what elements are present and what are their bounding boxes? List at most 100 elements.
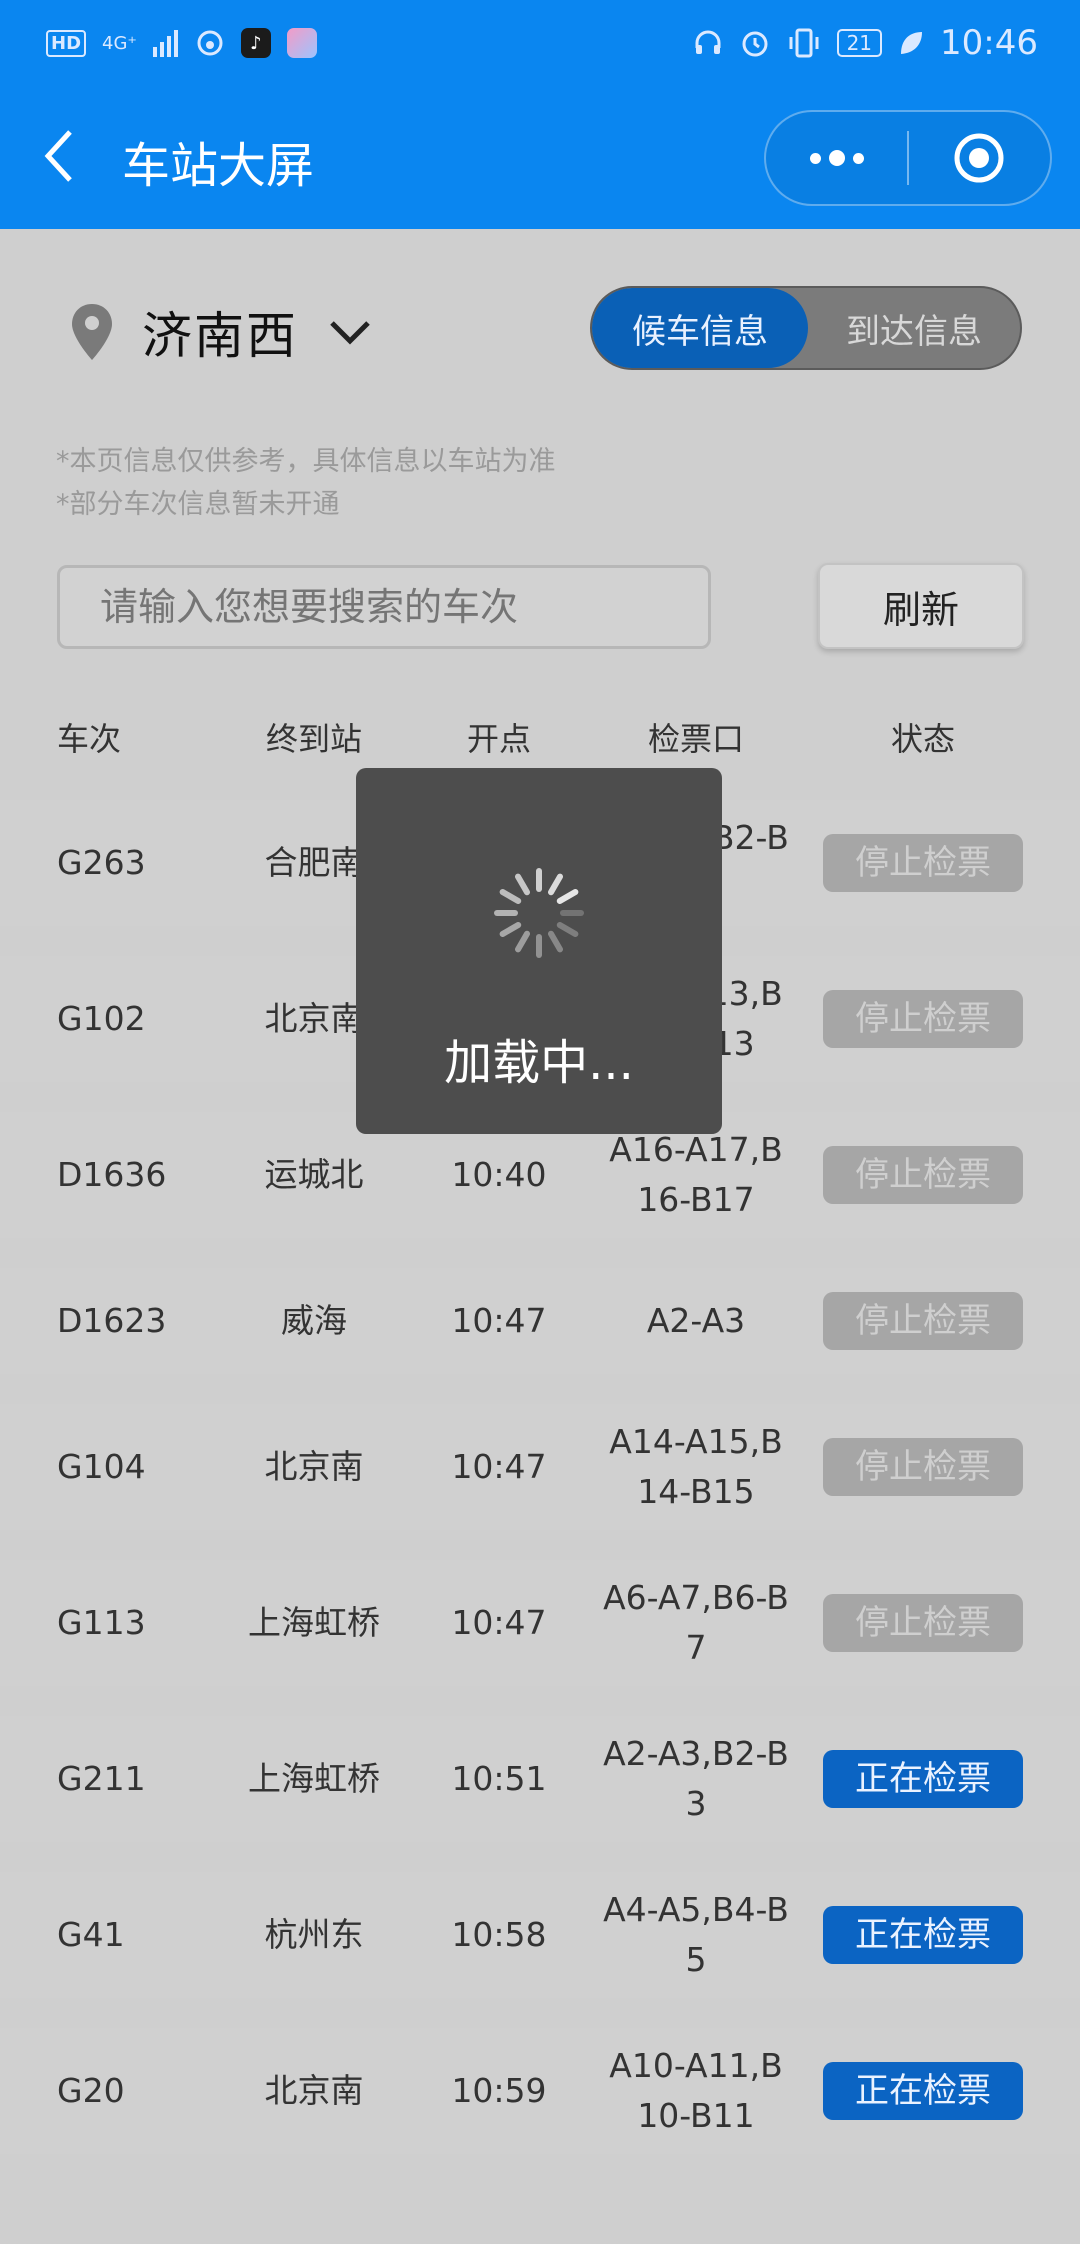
status-badge[interactable]: 停止检票 [823, 1292, 1023, 1350]
destination: 运城北 [264, 1155, 364, 1194]
departure-time: 10:51 [451, 1759, 547, 1798]
status-bar: HD 4G⁺ ♪ 21 10:46 [0, 0, 1080, 86]
spinner-tick [515, 873, 530, 896]
app-icon [286, 28, 317, 58]
spinner-tick [499, 922, 522, 937]
train-number: G113 [57, 1603, 146, 1642]
spinner-tick [499, 889, 522, 904]
signal-icon: 4G⁺ [102, 32, 137, 54]
status-badge[interactable]: 正在检票 [823, 1750, 1023, 1808]
status-badge[interactable]: 停止检票 [823, 1438, 1023, 1496]
gate-line: 7 [685, 1628, 707, 1667]
train-number: G211 [57, 1759, 146, 1798]
departure-time: 10:47 [451, 1301, 547, 1340]
gate-line: A14-A15,B [609, 1422, 783, 1461]
status-badge[interactable]: 停止检票 [823, 834, 1023, 892]
gate-line: A2-A3,B2-B [603, 1734, 789, 1773]
status-left: HD 4G⁺ ♪ [46, 28, 317, 58]
status-right: 21 10:46 [693, 23, 1038, 63]
loading-toast: 加载中... [356, 768, 722, 1134]
headset-icon [695, 30, 721, 54]
back-arrow-icon[interactable] [40, 126, 80, 186]
chevron-down-icon [330, 321, 370, 345]
note-line: *本页信息仅供参考，具体信息以车站为准 [56, 446, 556, 477]
status-cell: 正在检票 [823, 2062, 1023, 2120]
destination: 杭州东 [264, 1915, 364, 1954]
disclaimer-notes: *本页信息仅供参考，具体信息以车站为准 *部分车次信息暂未开通 [56, 440, 556, 526]
train-number: G41 [57, 1915, 125, 1954]
gate-line: A10-A11,B [609, 2046, 783, 2085]
status-cell: 停止检票 [823, 1146, 1023, 1204]
status-badge[interactable]: 停止检票 [823, 1146, 1023, 1204]
signal-bars-icon [152, 30, 178, 57]
status-cell: 停止检票 [823, 834, 1023, 892]
train-number: G104 [57, 1447, 146, 1486]
destination: 北京南 [264, 1447, 364, 1486]
mini-program-capsule [764, 110, 1052, 206]
departure-time: 10:47 [451, 1447, 547, 1486]
destination: 上海虹桥 [248, 1603, 380, 1642]
close-program-button[interactable] [909, 112, 1050, 204]
gate: A16-A17,B 16-B17 [596, 1125, 796, 1225]
train-number: G20 [57, 2071, 125, 2110]
train-search-input[interactable] [57, 565, 711, 649]
header-destination: 终到站 [265, 720, 362, 758]
status-cell: 停止检票 [823, 1292, 1023, 1350]
note-line: *部分车次信息暂未开通 [56, 489, 340, 520]
spinner-tick [556, 922, 579, 937]
train-number: D1623 [57, 1301, 167, 1340]
location-pin-icon [72, 304, 112, 360]
station-selector[interactable]: 济南西 [70, 296, 372, 368]
target-icon [954, 133, 1004, 183]
gate: A4-A5,B4-B 5 [596, 1885, 796, 1985]
tab-arrival-info[interactable]: 到达信息 [808, 288, 1020, 368]
clock: 10:46 [940, 23, 1038, 63]
leaf-icon [901, 32, 923, 54]
tab-waiting-info[interactable]: 候车信息 [592, 288, 808, 368]
status-badge[interactable]: 停止检票 [823, 990, 1023, 1048]
gate-line: 10-B11 [637, 2096, 755, 2135]
table-row: G113 上海虹桥 10:47 A6-A7,B6-B 7 停止检票 [0, 1560, 1080, 1686]
table-row: G211 上海虹桥 10:51 A2-A3,B2-B 3 正在检票 [0, 1716, 1080, 1842]
table-row: G104 北京南 10:47 A14-A15,B 14-B15 停止检票 [0, 1404, 1080, 1530]
spinner-tick [556, 889, 579, 904]
battery-icon: 21 [836, 29, 883, 57]
status-badge[interactable]: 停止检票 [823, 1594, 1023, 1652]
gate: A10-A11,B 10-B11 [596, 2041, 796, 2141]
status-cell: 停止检票 [823, 1594, 1023, 1652]
destination: 上海虹桥 [248, 1759, 380, 1798]
status-badge[interactable]: 正在检票 [823, 1906, 1023, 1964]
gate: A14-A15,B 14-B15 [596, 1417, 796, 1517]
train-number: G263 [57, 843, 146, 882]
info-tabs: 候车信息 到达信息 [590, 286, 1022, 370]
status-cell: 正在检票 [823, 1906, 1023, 1964]
more-button[interactable] [766, 112, 907, 204]
status-badge[interactable]: 正在检票 [823, 2062, 1023, 2120]
gate: A2-A3,B2-B 3 [596, 1729, 796, 1829]
gate: A6-A7,B6-B 7 [596, 1573, 796, 1673]
loading-text: 加载中... [444, 1035, 634, 1091]
vibrate-icon [789, 28, 819, 58]
departure-time: 10:40 [451, 1155, 547, 1194]
destination: 北京南 [264, 2071, 364, 2110]
loading-spinner-icon [494, 868, 584, 958]
gate: A2-A3 [596, 1296, 796, 1346]
table-row: D1623 威海 10:47 A2-A3 停止检票 [0, 1268, 1080, 1374]
hd-indicator: HD [46, 29, 87, 57]
gate-line: 16-B17 [637, 1180, 755, 1219]
train-number: G102 [57, 999, 146, 1038]
status-cell: 停止检票 [823, 990, 1023, 1048]
more-dots-icon [809, 150, 864, 166]
departure-time: 10:58 [451, 1915, 547, 1954]
gate-line: 5 [685, 1940, 707, 1979]
nav-header: 车站大屏 [0, 86, 1080, 229]
station-name: 济南西 [142, 307, 298, 365]
refresh-button[interactable]: 刷新 [818, 563, 1024, 649]
status-cell: 停止检票 [823, 1438, 1023, 1496]
table-row: G20 北京南 10:59 A10-A11,B 10-B11 正在检票 [0, 2028, 1080, 2154]
tiktok-icon: ♪ [240, 28, 271, 58]
page-title: 车站大屏 [122, 138, 315, 194]
departure-time: 10:59 [451, 2071, 547, 2110]
alarm-icon [742, 31, 768, 57]
header-status: 状态 [890, 720, 955, 758]
